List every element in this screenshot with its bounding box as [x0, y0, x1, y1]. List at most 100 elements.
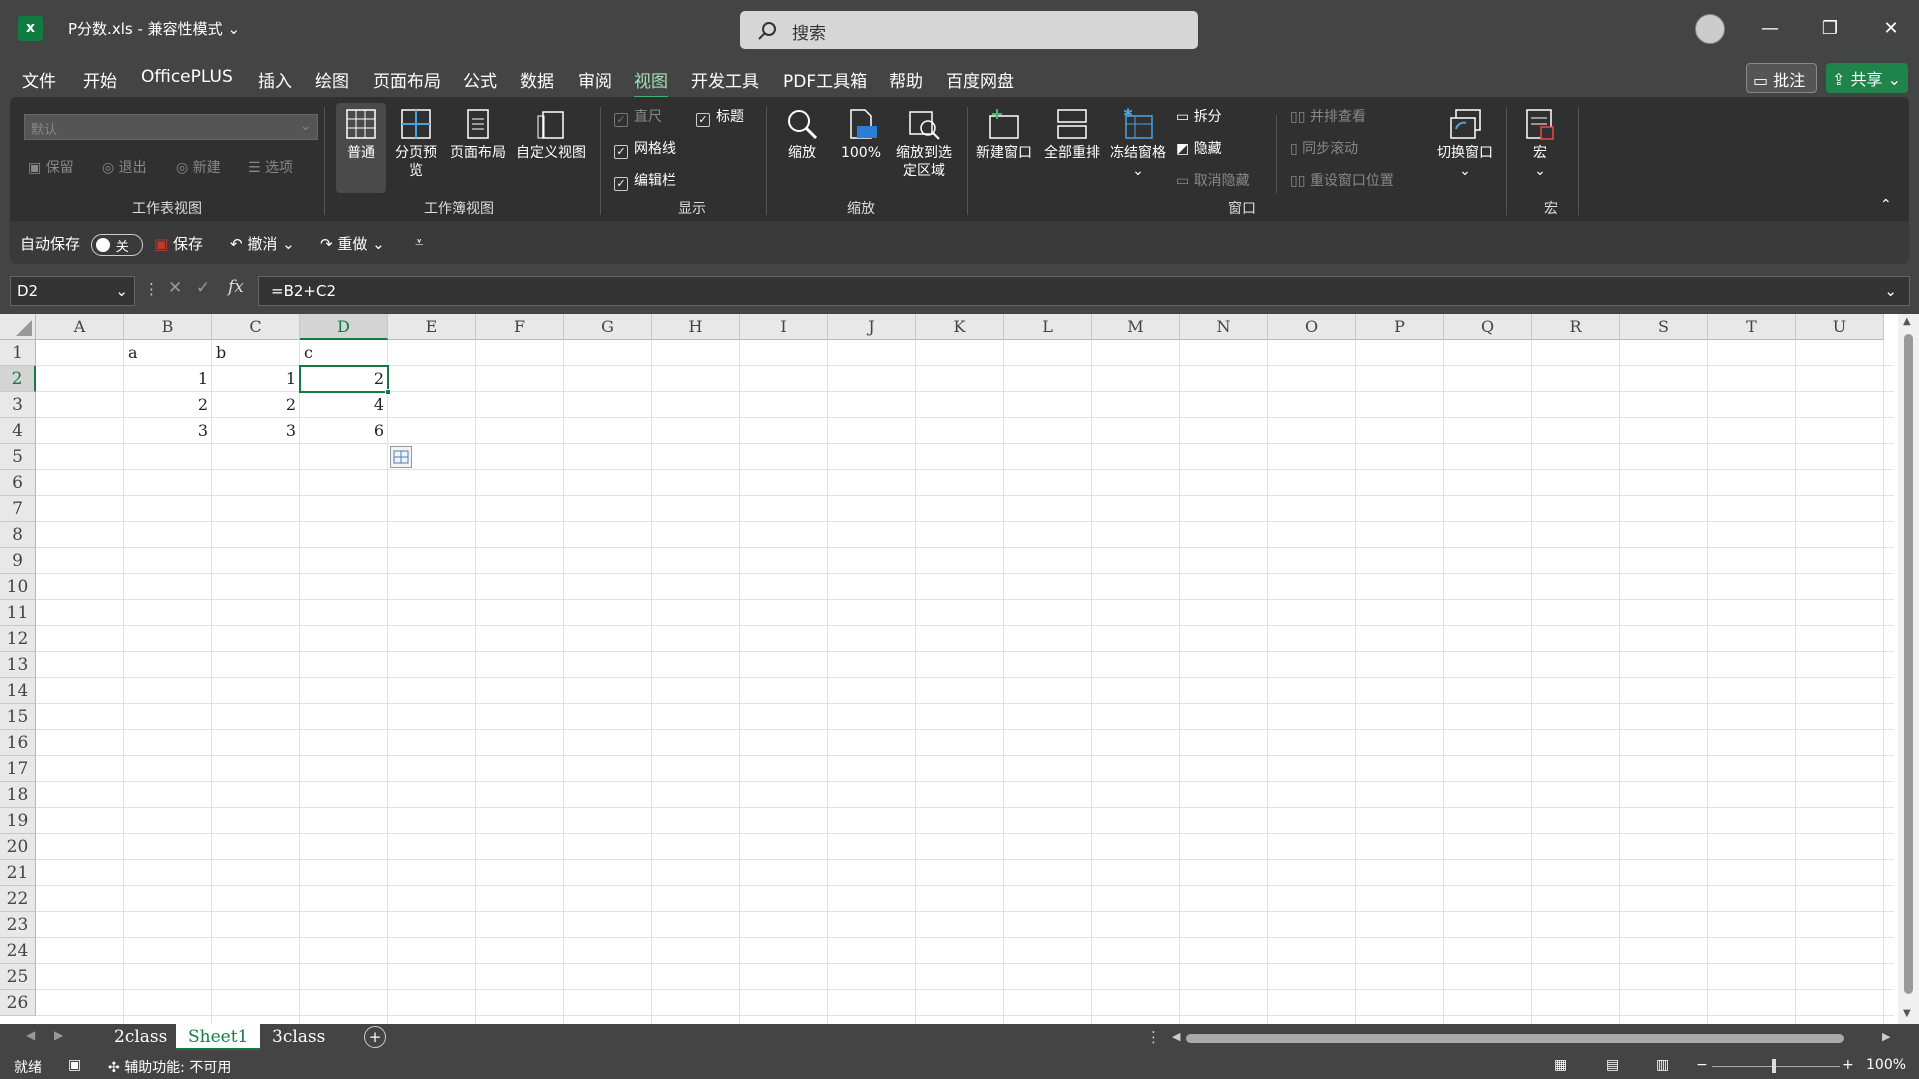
macro-record-icon[interactable]: ▣ — [68, 1057, 81, 1073]
new-view-button[interactable]: ◎ 新建 — [176, 157, 221, 177]
zoom-out-icon[interactable]: − — [1696, 1057, 1708, 1073]
new-window-button[interactable]: 新建窗口 — [970, 107, 1038, 162]
insert-function-icon[interactable]: fx — [228, 277, 244, 297]
row-header-20[interactable]: 20 — [0, 834, 36, 860]
row-header-17[interactable]: 17 — [0, 756, 36, 782]
enter-icon[interactable]: ✓ — [196, 278, 210, 298]
zoom-level[interactable]: 100% — [1866, 1057, 1906, 1073]
cell-d1[interactable]: c — [300, 340, 388, 366]
row-header-3[interactable]: 3 — [0, 392, 36, 418]
row-header-7[interactable]: 7 — [0, 496, 36, 522]
row-header-12[interactable]: 12 — [0, 626, 36, 652]
scroll-left-icon[interactable]: ◀ — [26, 1028, 35, 1042]
hide-button[interactable]: ◩ 隐藏 — [1176, 138, 1222, 158]
cell-c1[interactable]: b — [212, 340, 300, 366]
column-header-e[interactable]: E — [388, 314, 476, 340]
custom-views-button[interactable]: 自定义视图 — [512, 107, 590, 162]
column-header-l[interactable]: L — [1004, 314, 1092, 340]
row-header-8[interactable]: 8 — [0, 522, 36, 548]
tab-baidu-netdisk[interactable]: 百度网盘 — [946, 67, 1014, 92]
cell-d4[interactable]: 6 — [300, 418, 388, 444]
row-header-9[interactable]: 9 — [0, 548, 36, 574]
tab-draw[interactable]: 绘图 — [315, 67, 349, 92]
horizontal-scroll-thumb[interactable] — [1186, 1034, 1844, 1043]
accessibility-status[interactable]: ✣ 辅助功能: 不可用 — [108, 1057, 231, 1077]
sheet-tab-3class[interactable]: 3class — [260, 1024, 337, 1050]
tab-file[interactable]: 文件 — [22, 67, 56, 92]
vertical-scrollbar[interactable]: ▲ ▼ — [1898, 314, 1919, 1024]
cell-c4[interactable]: 3 — [212, 418, 300, 444]
tab-formulas[interactable]: 公式 — [463, 67, 497, 92]
column-header-m[interactable]: M — [1092, 314, 1180, 340]
row-header-11[interactable]: 11 — [0, 600, 36, 626]
row-header-6[interactable]: 6 — [0, 470, 36, 496]
column-header-g[interactable]: G — [564, 314, 652, 340]
row-header-14[interactable]: 14 — [0, 678, 36, 704]
row-header-19[interactable]: 19 — [0, 808, 36, 834]
user-avatar[interactable] — [1695, 14, 1725, 44]
cell-b2[interactable]: 1 — [124, 366, 212, 392]
column-header-k[interactable]: K — [916, 314, 1004, 340]
zoom-in-icon[interactable]: + — [1842, 1057, 1854, 1073]
cell-c3[interactable]: 2 — [212, 392, 300, 418]
row-header-15[interactable]: 15 — [0, 704, 36, 730]
horizontal-scrollbar[interactable]: ◀ ▶ — [1168, 1028, 1898, 1048]
tab-help[interactable]: 帮助 — [889, 67, 923, 92]
row-header-23[interactable]: 23 — [0, 912, 36, 938]
row-header-10[interactable]: 10 — [0, 574, 36, 600]
column-header-p[interactable]: P — [1356, 314, 1444, 340]
restore-button[interactable]: ❐ — [1815, 14, 1845, 44]
row-header-5[interactable]: 5 — [0, 444, 36, 470]
unhide-button[interactable]: ▭ 取消隐藏 — [1176, 170, 1250, 190]
exit-button[interactable]: ◎ 退出 — [102, 157, 147, 177]
tab-insert[interactable]: 插入 — [258, 67, 292, 92]
normal-view-icon[interactable]: ▦ — [1554, 1057, 1567, 1073]
redo-button[interactable]: ↷ 重做 ⌄ — [320, 233, 385, 254]
zoom-slider[interactable] — [1712, 1066, 1840, 1067]
close-button[interactable]: ✕ — [1876, 14, 1906, 44]
column-header-i[interactable]: I — [740, 314, 828, 340]
tab-developer[interactable]: 开发工具 — [691, 67, 759, 92]
collapse-ribbon-icon[interactable]: ⌃ — [1880, 197, 1892, 213]
fill-handle[interactable] — [385, 389, 391, 395]
search-box[interactable]: 搜索 — [740, 11, 1198, 49]
row-header-18[interactable]: 18 — [0, 782, 36, 808]
column-header-f[interactable]: F — [476, 314, 564, 340]
row-header-16[interactable]: 16 — [0, 730, 36, 756]
zoom-slider-thumb[interactable] — [1772, 1059, 1776, 1073]
column-header-d[interactable]: D — [300, 314, 388, 340]
row-header-26[interactable]: 26 — [0, 990, 36, 1016]
tab-home[interactable]: 开始 — [83, 67, 117, 92]
column-header-a[interactable]: A — [36, 314, 124, 340]
macros-button[interactable]: 宏 ⌄ — [1518, 107, 1562, 180]
quick-analysis-icon[interactable] — [390, 446, 412, 468]
page-break-preview-button[interactable]: 分页预览 — [394, 107, 438, 180]
zoom-button[interactable]: 缩放 — [782, 107, 822, 162]
worksheet-grid[interactable]: ▲ ▼ A B C D E F G H I J K L M N O P Q R S T U 1 2 3 4 5 6 7 8 9 10 11 12… — [0, 314, 1919, 1024]
minimize-button[interactable]: — — [1755, 14, 1785, 44]
column-header-b[interactable]: B — [124, 314, 212, 340]
sheet-tab-2class[interactable]: 2class — [102, 1024, 179, 1050]
column-header-j[interactable]: J — [828, 314, 916, 340]
document-title[interactable]: P分数.xls - 兼容性模式 ⌄ — [68, 18, 240, 39]
freeze-panes-button[interactable]: ✱ 冻结窗格 ⌄ — [1106, 107, 1170, 180]
row-header-21[interactable]: 21 — [0, 860, 36, 886]
formula-input[interactable]: =B2+C2 ⌄ — [258, 276, 1910, 306]
scroll-up-icon[interactable]: ▲ — [1903, 316, 1911, 327]
column-header-c[interactable]: C — [212, 314, 300, 340]
page-break-view-icon[interactable]: ▥ — [1656, 1057, 1669, 1073]
comments-button[interactable]: ▭ 批注 — [1746, 63, 1817, 93]
tab-pdf-toolbox[interactable]: PDF工具箱 — [783, 67, 867, 92]
tab-data[interactable]: 数据 — [520, 67, 554, 92]
page-layout-view-icon[interactable]: ▤ — [1606, 1057, 1619, 1073]
column-header-o[interactable]: O — [1268, 314, 1356, 340]
cell-d3[interactable]: 4 — [300, 392, 388, 418]
scroll-right-icon[interactable]: ▶ — [54, 1028, 63, 1042]
add-sheet-icon[interactable]: + — [364, 1026, 386, 1048]
gridlines-checkbox[interactable]: ✓ 网格线 — [614, 138, 676, 159]
column-header-r[interactable]: R — [1532, 314, 1620, 340]
column-header-u[interactable]: U — [1796, 314, 1884, 340]
select-all-button[interactable] — [0, 314, 36, 340]
tab-officeplus[interactable]: OfficePLUS — [141, 67, 233, 87]
column-header-n[interactable]: N — [1180, 314, 1268, 340]
